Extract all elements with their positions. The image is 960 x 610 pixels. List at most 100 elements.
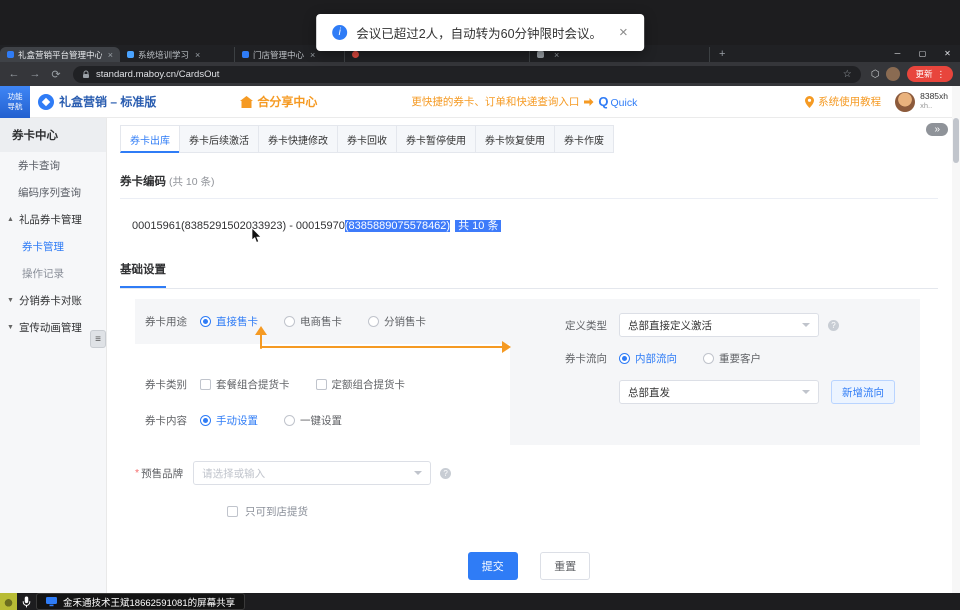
share-status-text: 金禾通技术王斌18662591081的屏幕共享 <box>63 595 235 609</box>
settings-form: 券卡用途 直接售卡 电商售卡 分销售卡 <box>135 299 920 445</box>
codes-text: 00015961(8385291502033923) - 00015970 <box>132 220 345 232</box>
radio-icon <box>703 353 714 364</box>
house-icon <box>240 96 253 108</box>
codes-section-title: 券卡编码(共 10 条) <box>120 173 938 189</box>
quick-link[interactable]: Q Quick <box>598 94 637 109</box>
tab-card-resume[interactable]: 券卡恢复使用 <box>475 125 555 153</box>
collapse-panel-icon[interactable]: » <box>926 123 948 136</box>
radio-one-click-setup[interactable]: 一键设置 <box>284 413 342 428</box>
reset-button[interactable]: 重置 <box>540 552 590 580</box>
radio-distribution-sale[interactable]: 分销售卡 <box>368 314 426 329</box>
tab-card-activation[interactable]: 券卡后续激活 <box>179 125 259 153</box>
chevron-down-icon <box>802 390 810 394</box>
browser-profile-avatar[interactable] <box>886 67 900 81</box>
tab-card-pause[interactable]: 券卡暂停使用 <box>396 125 476 153</box>
forward-icon[interactable]: → <box>28 68 42 80</box>
new-tab-button[interactable]: + <box>710 47 734 62</box>
promo-link[interactable]: 更快捷的券卡、订单和快递查询入口 <box>411 94 579 109</box>
card-codes-line: 00015961(8385291502033923) - 00015970(83… <box>132 217 938 233</box>
checkbox-icon <box>227 506 238 517</box>
browser-tab-2[interactable]: 系统培训学习 × <box>120 47 235 62</box>
radio-icon <box>284 415 295 426</box>
codes-count: (共 10 条) <box>169 176 215 188</box>
radio-direct-sale[interactable]: 直接售卡 <box>200 314 258 329</box>
help-icon[interactable]: ? <box>440 468 451 479</box>
radio-internal-flow[interactable]: 内部流向 <box>619 351 677 366</box>
add-flow-button[interactable]: 新增流向 <box>831 380 895 404</box>
browser-toolbar: ← → ⟳ standard.maboy.cn/CardsOut ☆ ⬡ 更新 … <box>0 62 960 86</box>
sidebar-item-operation-log[interactable]: 操作记录 <box>0 260 106 287</box>
flow-select[interactable]: 总部直发 <box>619 380 819 404</box>
back-icon[interactable]: ← <box>7 68 21 80</box>
sidebar-section-distribution-reconciliation[interactable]: ▼ 分销券卡对账 <box>0 287 106 314</box>
toast-close-icon[interactable]: × <box>619 24 628 41</box>
checkbox-combo-pickup-card[interactable]: 套餐组合提货卡 <box>200 377 290 392</box>
sidebar-title: 券卡中心 <box>0 118 106 152</box>
tab-card-void[interactable]: 券卡作废 <box>554 125 614 153</box>
form-left-column: 券卡用途 直接售卡 电商售卡 分销售卡 <box>135 299 510 445</box>
main-content: 券卡出库 券卡后续激活 券卡快捷修改 券卡回收 券卡暂停使用 券卡恢复使用 券卡… <box>107 118 960 593</box>
window-controls: ─ ▢ ✕ <box>885 45 960 62</box>
divider <box>120 198 938 199</box>
chevron-down-icon <box>802 323 810 327</box>
checkbox-icon <box>316 379 327 390</box>
user-avatar[interactable] <box>895 92 915 112</box>
usage-row-highlight: 券卡用途 直接售卡 电商售卡 分销售卡 <box>135 299 510 344</box>
address-bar[interactable]: standard.maboy.cn/CardsOut ☆ <box>73 66 861 83</box>
reload-icon[interactable]: ⟳ <box>49 68 63 81</box>
chrome-update-button[interactable]: 更新 ⋮ <box>907 66 953 82</box>
tab-card-outbound[interactable]: 券卡出库 <box>120 125 180 153</box>
function-nav-button[interactable]: 功能 导航 <box>0 86 30 118</box>
content-label: 券卡内容 <box>145 413 200 428</box>
tab-close-icon[interactable]: × <box>554 50 559 60</box>
define-type-select[interactable]: 总部直接定义激活 <box>619 313 819 337</box>
checkbox-fixed-amount-card[interactable]: 定额组合提货卡 <box>316 377 406 392</box>
radio-ecommerce-sale[interactable]: 电商售卡 <box>284 314 342 329</box>
pointer-hand-icon <box>584 97 594 107</box>
screen-share-bar: 金禾通技术王斌18662591081的屏幕共享 <box>0 593 245 610</box>
browser-tab-1[interactable]: 礼盒营销平台管理中心 × <box>0 47 120 62</box>
radio-manual-setup[interactable]: 手动设置 <box>200 413 258 428</box>
checkbox-icon <box>200 379 211 390</box>
sidebar-item-card-management[interactable]: 券卡管理 <box>0 233 106 260</box>
share-user-avatar <box>0 593 17 610</box>
page-security-icon <box>82 70 90 79</box>
submit-button[interactable]: 提交 <box>468 552 518 580</box>
scrollbar-thumb[interactable] <box>953 118 959 163</box>
settings-tab[interactable]: 基础设置 <box>120 261 166 288</box>
close-window-icon[interactable]: ✕ <box>935 49 960 58</box>
maximize-icon[interactable]: ▢ <box>910 49 935 58</box>
sidebar-item-card-search[interactable]: 券卡查询 <box>0 152 106 179</box>
help-icon[interactable]: ? <box>828 320 839 331</box>
tab-card-quick-edit[interactable]: 券卡快捷修改 <box>258 125 338 153</box>
tab-close-icon[interactable]: × <box>310 50 315 60</box>
page-scrollbar[interactable] <box>952 86 960 593</box>
sidebar-section-gift-card-management[interactable]: ▲ 礼品券卡管理 <box>0 206 106 233</box>
sidebar-item-code-sequence-search[interactable]: 编码序列查询 <box>0 179 106 206</box>
minimize-icon[interactable]: ─ <box>885 49 910 58</box>
define-type-label: 定义类型 <box>532 318 607 333</box>
tutorial-link[interactable]: 系统使用教程 <box>805 94 881 109</box>
share-status-pill[interactable]: 金禾通技术王斌18662591081的屏幕共享 <box>36 593 245 610</box>
tab-close-icon[interactable]: × <box>108 50 113 60</box>
brand-title: 礼盒营销 – 标准版 <box>59 93 156 110</box>
category-label: 券卡类别 <box>145 377 200 392</box>
radio-selected-icon <box>200 316 211 327</box>
share-center-link[interactable]: 合分享中心 <box>240 93 317 110</box>
tab-close-icon[interactable]: × <box>195 50 200 60</box>
tab-card-recycle[interactable]: 券卡回收 <box>337 125 397 153</box>
sidebar-toggle-icon[interactable]: ≡ <box>90 330 106 348</box>
extensions-icon[interactable]: ⬡ <box>871 69 880 80</box>
chevron-up-icon: ▲ <box>7 216 14 223</box>
checkbox-store-pickup-only[interactable]: 只可到店提货 <box>227 504 938 519</box>
presale-brand-select[interactable]: 请选择或输入 <box>193 461 431 485</box>
codes-selected-text: (8385889075578462) <box>345 220 450 232</box>
browser-window: 礼盒营销平台管理中心 × 系统培训学习 × 门店管理中心 × × + ─ ▢ ✕ <box>0 45 960 593</box>
microphone-icon[interactable] <box>22 596 31 608</box>
user-info[interactable]: 8385xh xh.. <box>920 92 948 110</box>
radio-important-customer[interactable]: 重要客户 <box>703 351 761 366</box>
bookmark-star-icon[interactable]: ☆ <box>843 69 852 80</box>
info-icon: i <box>332 25 347 40</box>
app-header: 功能 导航 礼盒营销 – 标准版 合分享中心 更快捷的券卡、订单和快递查询入口 … <box>0 86 960 118</box>
sidebar: 券卡中心 券卡查询 编码序列查询 ▲ 礼品券卡管理 券卡管理 操作记录 ▼ 分销… <box>0 118 107 593</box>
